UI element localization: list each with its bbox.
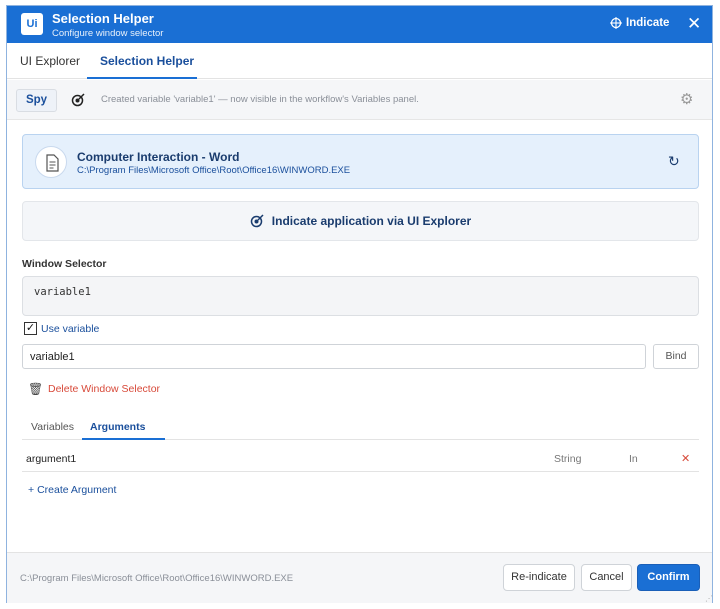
crosshair-icon [610,17,622,29]
refresh-icon[interactable]: ↻ [668,153,680,170]
indicate-label: Indicate [626,17,670,29]
reindicate-button[interactable]: Re-indicate [503,564,575,591]
delete-window-selector-link[interactable]: Delete Window Selector [48,383,160,395]
trash-icon[interactable]: 🗑 [28,382,43,396]
gear-icon[interactable]: ⚙ [680,92,693,107]
bind-button[interactable]: Bind [653,344,699,369]
indicate-button[interactable]: Indicate [610,17,669,29]
footer-path: C:\Program Files\Microsoft Office\Root\O… [20,573,294,584]
active-tab-indicator [87,77,197,79]
selection-helper-window: Ui Selection Helper Configure window sel… [6,5,713,603]
tab-ui-explorer[interactable]: UI Explorer [20,54,80,68]
status-message: Created variable 'variable1' — now visib… [101,94,419,105]
window-selector-editor[interactable]: variable1 [22,276,699,316]
close-icon[interactable]: ✕ [687,15,701,32]
table-row: argument1 String In ✕ [22,448,699,472]
delete-argument-icon[interactable]: ✕ [681,452,690,465]
active-args-tab-indicator [82,438,165,440]
tab-variables[interactable]: Variables [31,421,74,433]
window-selector-label: Window Selector [22,258,107,270]
create-argument-button[interactable]: + Create Argument [28,484,116,496]
tab-selection-helper[interactable]: Selection Helper [100,54,194,68]
use-variable-checkbox[interactable]: ✓ [24,322,37,335]
footer: C:\Program Files\Microsoft Office\Root\O… [7,552,712,603]
confirm-button[interactable]: Confirm [637,564,700,591]
target-icon [250,214,264,228]
window-subtitle: Configure window selector [52,28,164,39]
application-name: Computer Interaction - Word [77,150,240,164]
window-title: Selection Helper [52,11,154,26]
variables-arguments-tabs: Variables Arguments [22,416,699,440]
application-card: Computer Interaction - Word C:\Program F… [22,134,699,189]
window-selector-value: variable1 [34,286,91,298]
indicate-application-button[interactable]: Indicate application via UI Explorer [22,201,699,241]
argument-type[interactable]: String [554,453,581,465]
argument-name[interactable]: argument1 [26,453,76,465]
argument-direction[interactable]: In [629,453,638,465]
document-icon [46,154,59,172]
use-variable-label[interactable]: Use variable [41,323,99,335]
plus-icon: + [28,484,38,496]
toolbar: Spy Created variable 'variable1' — now v… [7,80,712,120]
title-bar: Ui Selection Helper Configure window sel… [7,6,712,43]
indicate-application-label: Indicate application via UI Explorer [271,214,472,228]
document-icon-wrapper [35,146,67,178]
cancel-button[interactable]: Cancel [581,564,632,591]
target-icon[interactable] [71,93,85,107]
app-logo: Ui [21,13,43,35]
spy-button[interactable]: Spy [16,89,57,112]
variable-input[interactable] [22,344,646,369]
top-tabs: UI Explorer Selection Helper [7,43,712,79]
tab-arguments[interactable]: Arguments [90,421,145,433]
resize-grip-icon[interactable]: ⋰ [705,594,713,603]
create-argument-label: Create Argument [37,484,117,496]
application-path: C:\Program Files\Microsoft Office\Root\O… [77,165,351,176]
